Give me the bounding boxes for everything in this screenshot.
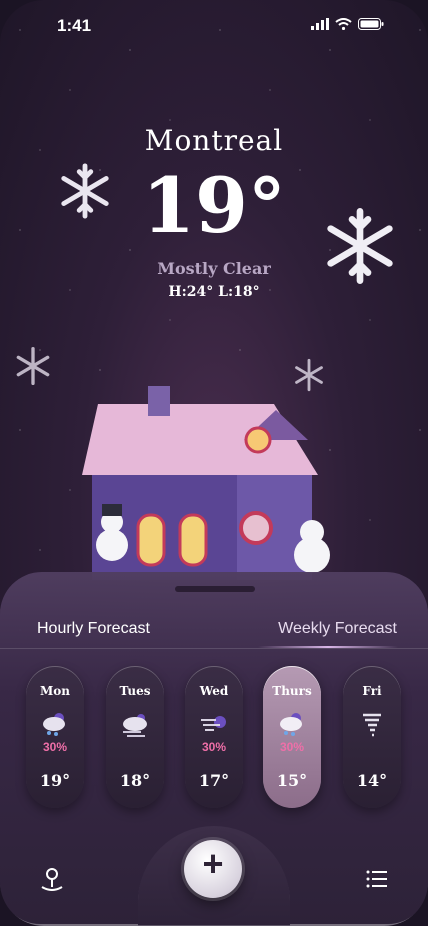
forecast-temperature: 19°: [39, 771, 71, 790]
map-pin-icon[interactable]: [40, 866, 64, 892]
forecast-day-label: Tues: [119, 684, 151, 698]
precipitation-chance: 30%: [201, 740, 227, 754]
forecast-day-label: Fri: [362, 684, 382, 698]
list-menu-icon[interactable]: [366, 870, 388, 888]
active-tab-indicator: [258, 646, 398, 648]
tab-hourly-forecast[interactable]: Hourly Forecast: [37, 620, 150, 638]
add-button[interactable]: +: [184, 840, 242, 898]
cloud-wind-icon: [106, 710, 164, 738]
forecast-day-card[interactable]: Mon 30% 19°: [26, 666, 84, 808]
wifi-icon: [335, 18, 352, 30]
tab-divider: [0, 648, 428, 649]
winter-house-illustration: [82, 386, 330, 580]
weather-screen: 1:41 Montreal 19° Mostly Clear H:24° L:1…: [0, 0, 428, 926]
forecast-day-label: Mon: [39, 684, 70, 698]
snowflake-icon: [61, 163, 109, 219]
forecast-day-label: Thurs: [272, 684, 312, 698]
wind-moon-icon: [185, 710, 243, 738]
snowflake-icon: [16, 347, 50, 385]
cellular-signal-icon: [311, 18, 329, 30]
precipitation-chance: 30%: [42, 740, 68, 754]
forecast-temperature: 18°: [119, 771, 151, 790]
city-name: Montreal: [144, 124, 284, 157]
cloud-snow-moon-icon: [26, 710, 84, 738]
battery-icon: [358, 18, 384, 30]
forecast-day-card-selected[interactable]: Thurs 30% 15°: [263, 666, 321, 808]
forecast-temperature: 17°: [198, 771, 230, 790]
cloud-snow-moon-icon: [263, 710, 321, 738]
forecast-day-card[interactable]: Tues 18°: [106, 666, 164, 808]
status-bar: 1:41: [0, 14, 428, 38]
high-low-temperature: H:24° L:18°: [168, 284, 260, 300]
status-icons: [311, 18, 384, 30]
forecast-day-label: Wed: [199, 684, 229, 698]
snowflake-icon: [327, 208, 393, 284]
sheet-drag-handle[interactable]: [175, 586, 255, 592]
status-time: 1:41: [57, 16, 92, 35]
forecast-day-card[interactable]: Fri 14°: [343, 666, 401, 808]
forecast-temperature: 14°: [356, 771, 388, 790]
plus-icon: +: [202, 843, 224, 884]
forecast-day-card[interactable]: Wed 30% 17°: [185, 666, 243, 808]
forecast-temperature: 15°: [276, 771, 308, 790]
tab-weekly-forecast[interactable]: Weekly Forecast: [278, 620, 397, 638]
tornado-icon: [343, 710, 401, 738]
precipitation-chance: 30%: [279, 740, 305, 754]
